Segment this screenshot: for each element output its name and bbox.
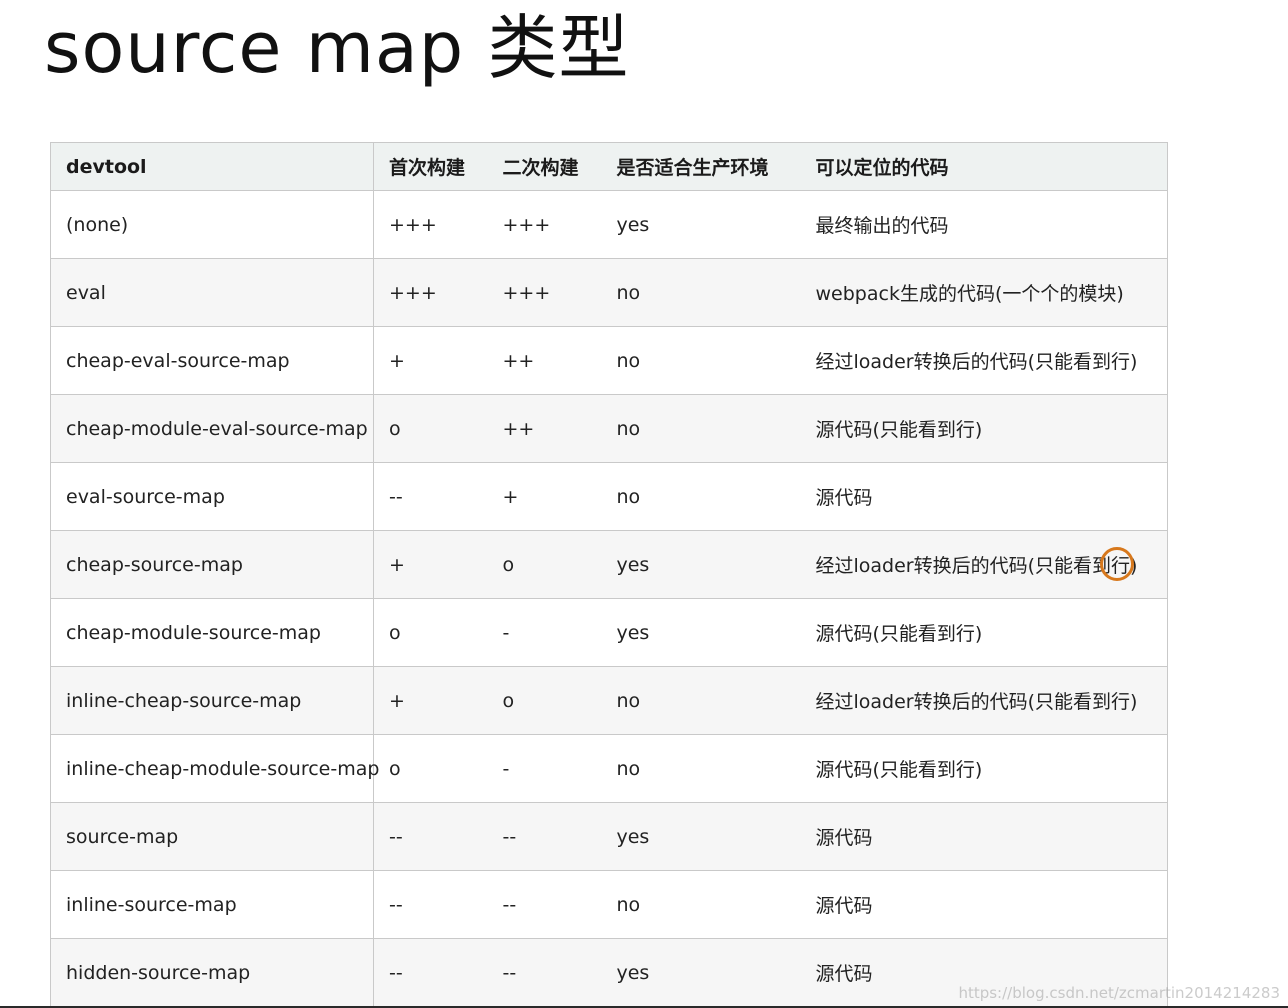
- cell-devtool: cheap-source-map: [50, 530, 374, 599]
- cell-production: yes: [601, 802, 798, 871]
- cell-first-build: +: [373, 530, 488, 599]
- cell-quality: 源代码(只能看到行): [797, 598, 1168, 667]
- cell-quality: 经过loader转换后的代码(只能看到行): [797, 666, 1168, 735]
- table-row: cheap-module-eval-source-map o ++ no 源代码(只能看…: [50, 394, 1168, 463]
- cell-production: yes: [601, 598, 798, 667]
- table-row: eval-source-map -- + no 源代码: [50, 462, 1168, 531]
- header-rebuild: 二次构建: [487, 142, 602, 191]
- cell-rebuild: o: [487, 666, 602, 735]
- cell-rebuild: --: [487, 802, 602, 871]
- cell-quality: 源代码: [797, 462, 1168, 531]
- cell-rebuild: --: [487, 938, 602, 1007]
- cell-first-build: +: [373, 326, 488, 395]
- table-header-row: devtool 首次构建 二次构建 是否适合生产环境 可以定位的代码: [50, 142, 1168, 191]
- table-row: (none) +++ +++ yes 最终输出的代码: [50, 190, 1168, 259]
- cell-rebuild: +: [487, 462, 602, 531]
- cell-devtool: source-map: [50, 802, 374, 871]
- cell-devtool: eval: [50, 258, 374, 327]
- cell-production: no: [601, 666, 798, 735]
- cell-devtool: inline-cheap-source-map: [50, 666, 374, 735]
- header-quality: 可以定位的代码: [797, 142, 1168, 191]
- cell-quality: 经过loader转换后的代码(只能看到行): [797, 530, 1168, 599]
- table-row: inline-cheap-source-map + o no 经过loader转换后的代…: [50, 666, 1168, 735]
- cell-quality: 经过loader转换后的代码(只能看到行): [797, 326, 1168, 395]
- cell-devtool: eval-source-map: [50, 462, 374, 531]
- devtool-table-container: devtool 首次构建 二次构建 是否适合生产环境 可以定位的代码 (none…: [50, 142, 1168, 1007]
- cell-devtool: inline-source-map: [50, 870, 374, 939]
- cell-rebuild: -: [487, 598, 602, 667]
- cell-production: no: [601, 258, 798, 327]
- table-row: cheap-module-source-map o - yes 源代码(只能看到行): [50, 598, 1168, 667]
- cell-rebuild: ++: [487, 394, 602, 463]
- cell-quality: 源代码: [797, 870, 1168, 939]
- cell-production: no: [601, 870, 798, 939]
- cell-first-build: --: [373, 462, 488, 531]
- watermark: https://blog.csdn.net/zcmartin2014214283: [958, 984, 1280, 1002]
- cell-first-build: o: [373, 394, 488, 463]
- table-body: (none) +++ +++ yes 最终输出的代码 eval +++ +++ no webpac…: [50, 190, 1168, 1007]
- cell-devtool: (none): [50, 190, 374, 259]
- header-production: 是否适合生产环境: [601, 142, 798, 191]
- cell-rebuild: o: [487, 530, 602, 599]
- devtool-table: devtool 首次构建 二次构建 是否适合生产环境 可以定位的代码 (none…: [50, 142, 1168, 1007]
- cell-production: no: [601, 394, 798, 463]
- cell-first-build: --: [373, 802, 488, 871]
- page-title: source map 类型: [44, 7, 630, 89]
- header-first-build: 首次构建: [373, 142, 488, 191]
- cell-production: yes: [601, 190, 798, 259]
- cell-first-build: +: [373, 666, 488, 735]
- cell-rebuild: ++: [487, 326, 602, 395]
- cell-first-build: o: [373, 734, 488, 803]
- cell-rebuild: +++: [487, 190, 602, 259]
- cell-first-build: o: [373, 598, 488, 667]
- cell-first-build: --: [373, 938, 488, 1007]
- cell-rebuild: +++: [487, 258, 602, 327]
- cell-production: yes: [601, 938, 798, 1007]
- cell-quality: 源代码: [797, 802, 1168, 871]
- cell-devtool: inline-cheap-module-source-map: [50, 734, 379, 803]
- cell-production: yes: [601, 530, 798, 599]
- cell-devtool: cheap-module-eval-source-map: [50, 394, 374, 463]
- table-row: cheap-eval-source-map + ++ no 经过loader转换后的代码…: [50, 326, 1168, 395]
- cell-first-build: --: [373, 870, 488, 939]
- header-devtool: devtool: [50, 142, 374, 191]
- cell-devtool: cheap-eval-source-map: [50, 326, 374, 395]
- cell-rebuild: -: [487, 734, 602, 803]
- cell-production: no: [601, 734, 798, 803]
- cell-devtool: hidden-source-map: [50, 938, 374, 1007]
- table-row: cheap-source-map + o yes 经过loader转换后的代码(只能看到…: [50, 530, 1168, 599]
- cell-quality: webpack生成的代码(一个个的模块): [797, 258, 1168, 327]
- table-row: source-map -- -- yes 源代码: [50, 802, 1168, 871]
- cell-production: no: [601, 462, 798, 531]
- cell-production: no: [601, 326, 798, 395]
- cell-rebuild: --: [487, 870, 602, 939]
- table-row: inline-source-map -- -- no 源代码: [50, 870, 1168, 939]
- cell-quality: 源代码(只能看到行): [797, 394, 1168, 463]
- table-row: inline-cheap-module-source-map o - no 源代码(只能…: [50, 734, 1168, 803]
- cell-quality: 最终输出的代码: [797, 190, 1168, 259]
- table-row: eval +++ +++ no webpack生成的代码(一个个的模块): [50, 258, 1168, 327]
- cell-first-build: +++: [373, 190, 488, 259]
- cell-first-build: +++: [373, 258, 488, 327]
- cell-devtool: cheap-module-source-map: [50, 598, 374, 667]
- cell-quality: 源代码(只能看到行): [797, 734, 1168, 803]
